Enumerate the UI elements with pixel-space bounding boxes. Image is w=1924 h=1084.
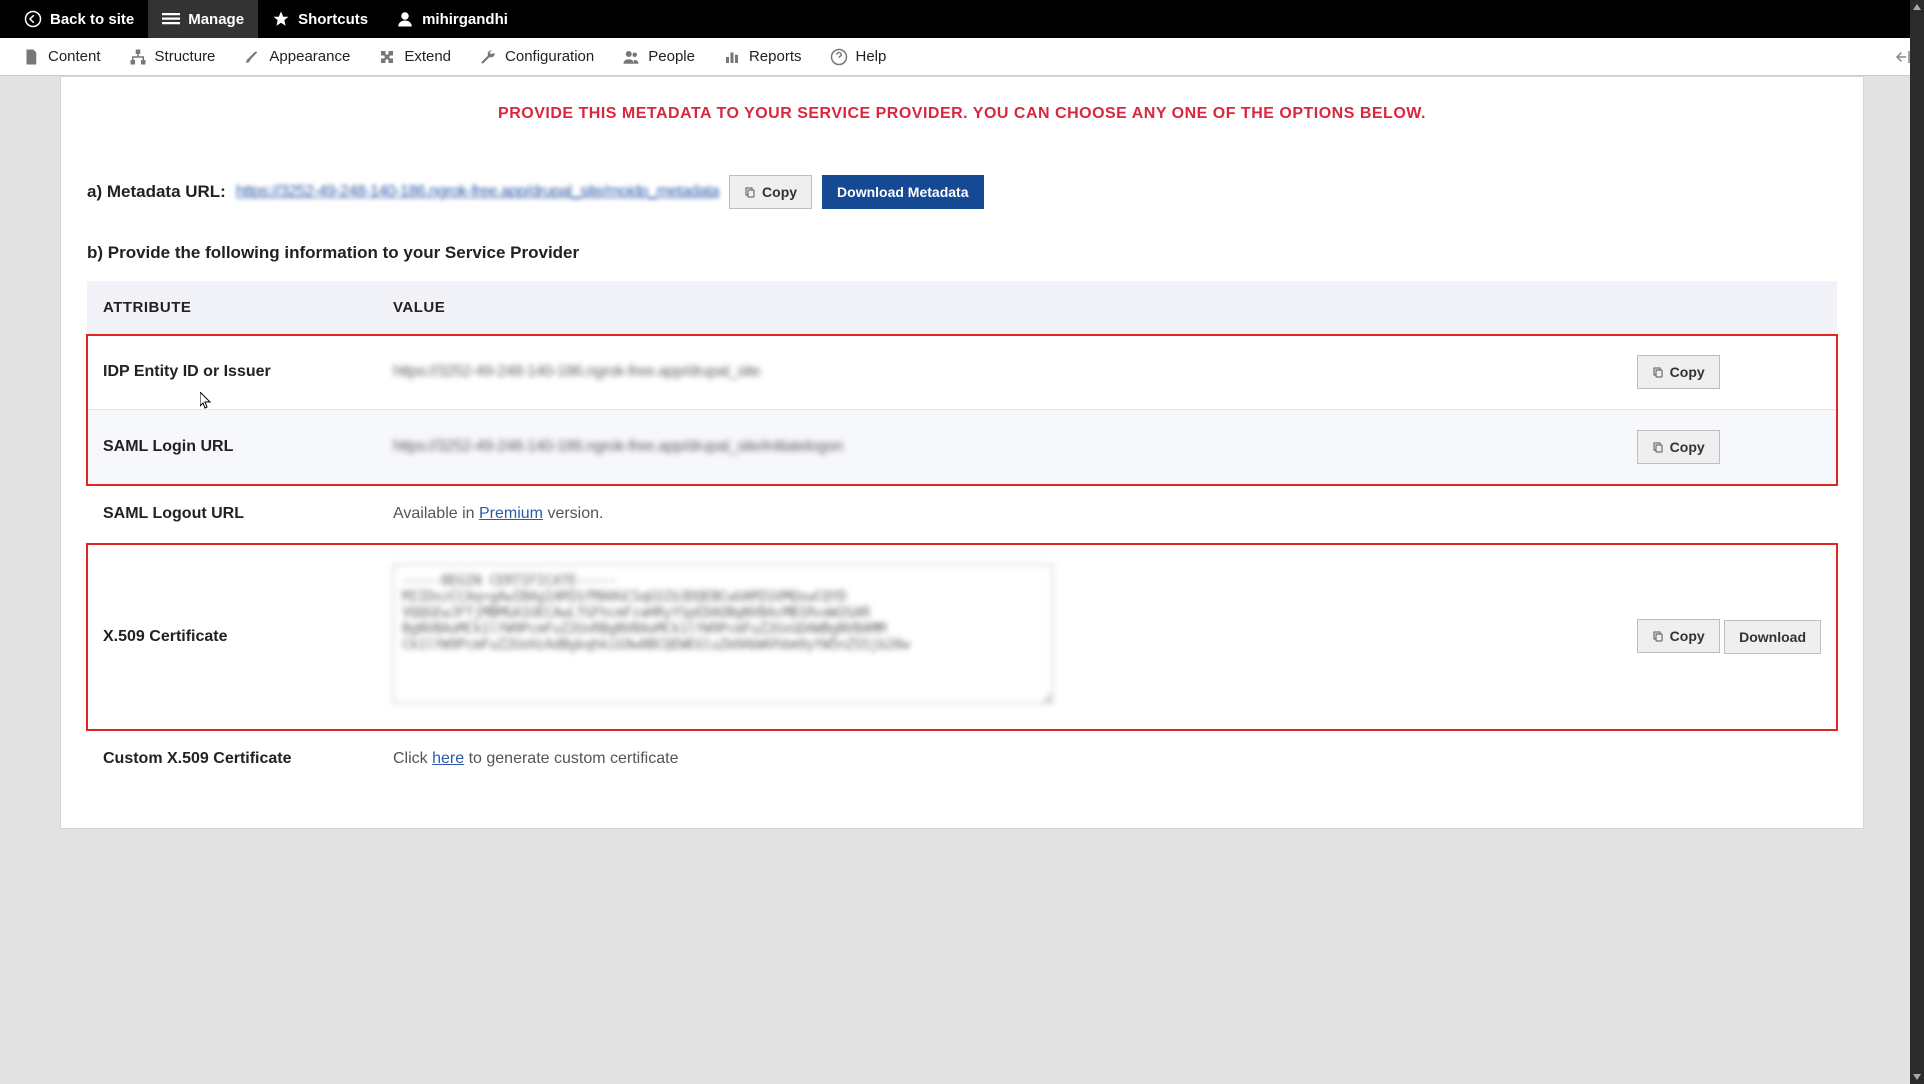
copy-label: Copy (1670, 439, 1705, 455)
menu-appearance[interactable]: Appearance (229, 38, 364, 75)
metadata-table: ATTRIBUTE VALUE IDP Entity ID or Issuer … (87, 281, 1837, 788)
col-value: VALUE (377, 281, 1621, 335)
shortcuts-button[interactable]: Shortcuts (258, 0, 382, 38)
section-b-heading: b) Provide the following information to … (87, 243, 1837, 263)
metadata-url-link[interactable]: https://3252-49-248-140-186.ngrok-free.a… (236, 183, 719, 201)
custom-x509-label: Custom X.509 Certificate (87, 730, 377, 789)
hamburger-icon (162, 10, 180, 28)
table-row: SAML Logout URL Available in Premium ver… (87, 485, 1837, 544)
menu-people[interactable]: People (608, 38, 709, 75)
back-to-site[interactable]: Back to site (10, 0, 148, 38)
people-icon (622, 48, 640, 66)
wrench-icon (479, 48, 497, 66)
menu-reports-label: Reports (749, 48, 802, 65)
metadata-panel: PROVIDE THIS METADATA TO YOUR SERVICE PR… (60, 76, 1864, 829)
star-icon (272, 10, 290, 28)
menu-help[interactable]: Help (816, 38, 901, 75)
saml-logout-url-value: Available in Premium version. (377, 485, 1621, 544)
table-row: SAML Login URL https://3252-49-248-140-1… (87, 410, 1837, 485)
metadata-url-label: a) Metadata URL: (87, 182, 226, 202)
puzzle-icon (378, 48, 396, 66)
custom-x509-value: Click here to generate custom certificat… (377, 730, 1621, 789)
back-to-site-label: Back to site (50, 11, 134, 28)
back-arrow-icon (24, 10, 42, 28)
metadata-url-row: a) Metadata URL: https://3252-49-248-140… (87, 175, 1837, 209)
menu-extend[interactable]: Extend (364, 38, 465, 75)
copy-icon (1652, 629, 1664, 643)
table-row: IDP Entity ID or Issuer https://3252-49-… (87, 335, 1837, 410)
x509-cert-label: X.509 Certificate (87, 544, 377, 730)
copy-metadata-url-button[interactable]: Copy (729, 175, 812, 209)
shortcuts-label: Shortcuts (298, 11, 368, 28)
manage-button[interactable]: Manage (148, 0, 258, 38)
download-metadata-button[interactable]: Download Metadata (822, 175, 983, 209)
copy-icon (744, 185, 756, 199)
menu-structure[interactable]: Structure (115, 38, 230, 75)
copy-icon (1652, 440, 1664, 454)
x509-cert-textarea[interactable]: -----BEGIN CERTIFICATE----- MIIDxzCCAq+g… (393, 564, 1053, 704)
saml-login-url-label: SAML Login URL (87, 410, 377, 485)
saml-logout-url-label: SAML Logout URL (87, 485, 377, 544)
copy-cert-button[interactable]: Copy (1637, 619, 1720, 653)
manage-label: Manage (188, 11, 244, 28)
copy-label: Copy (1670, 364, 1705, 380)
menu-content-label: Content (48, 48, 101, 65)
drupal-toolbar: Back to site Manage Shortcuts mihirgandh… (0, 0, 1924, 38)
structure-icon (129, 48, 147, 66)
user-label: mihirgandhi (422, 11, 508, 28)
copy-label: Copy (762, 184, 797, 200)
menu-help-label: Help (856, 48, 887, 65)
menu-content[interactable]: Content (8, 38, 115, 75)
copy-login-button[interactable]: Copy (1637, 430, 1720, 464)
table-row: X.509 Certificate -----BEGIN CERTIFICATE… (87, 544, 1837, 730)
menu-reports[interactable]: Reports (709, 38, 816, 75)
page-title: PROVIDE THIS METADATA TO YOUR SERVICE PR… (61, 97, 1863, 147)
menu-extend-label: Extend (404, 48, 451, 65)
user-icon (396, 10, 414, 28)
file-icon (22, 48, 40, 66)
brush-icon (243, 48, 261, 66)
premium-link[interactable]: Premium (479, 505, 543, 522)
generate-cert-link[interactable]: here (432, 750, 464, 767)
idp-entity-id-value: https://3252-49-248-140-186.ngrok-free.a… (393, 363, 760, 380)
menu-configuration[interactable]: Configuration (465, 38, 608, 75)
copy-icon (1652, 365, 1664, 379)
idp-entity-id-label: IDP Entity ID or Issuer (87, 335, 377, 410)
menu-appearance-label: Appearance (269, 48, 350, 65)
chart-icon (723, 48, 741, 66)
admin-menu-bar: Content Structure Appearance Extend Conf… (0, 38, 1924, 76)
menu-people-label: People (648, 48, 695, 65)
table-row: Custom X.509 Certificate Click here to g… (87, 730, 1837, 789)
menu-configuration-label: Configuration (505, 48, 594, 65)
copy-idp-button[interactable]: Copy (1637, 355, 1720, 389)
download-cert-button[interactable]: Download (1724, 620, 1821, 654)
copy-label: Copy (1670, 628, 1705, 644)
menu-structure-label: Structure (155, 48, 216, 65)
help-icon (830, 48, 848, 66)
user-menu[interactable]: mihirgandhi (382, 0, 522, 38)
vertical-scrollbar[interactable] (1910, 0, 1924, 1084)
col-attribute: ATTRIBUTE (87, 281, 377, 335)
saml-login-url-value: https://3252-49-248-140-186.ngrok-free.a… (393, 438, 843, 455)
